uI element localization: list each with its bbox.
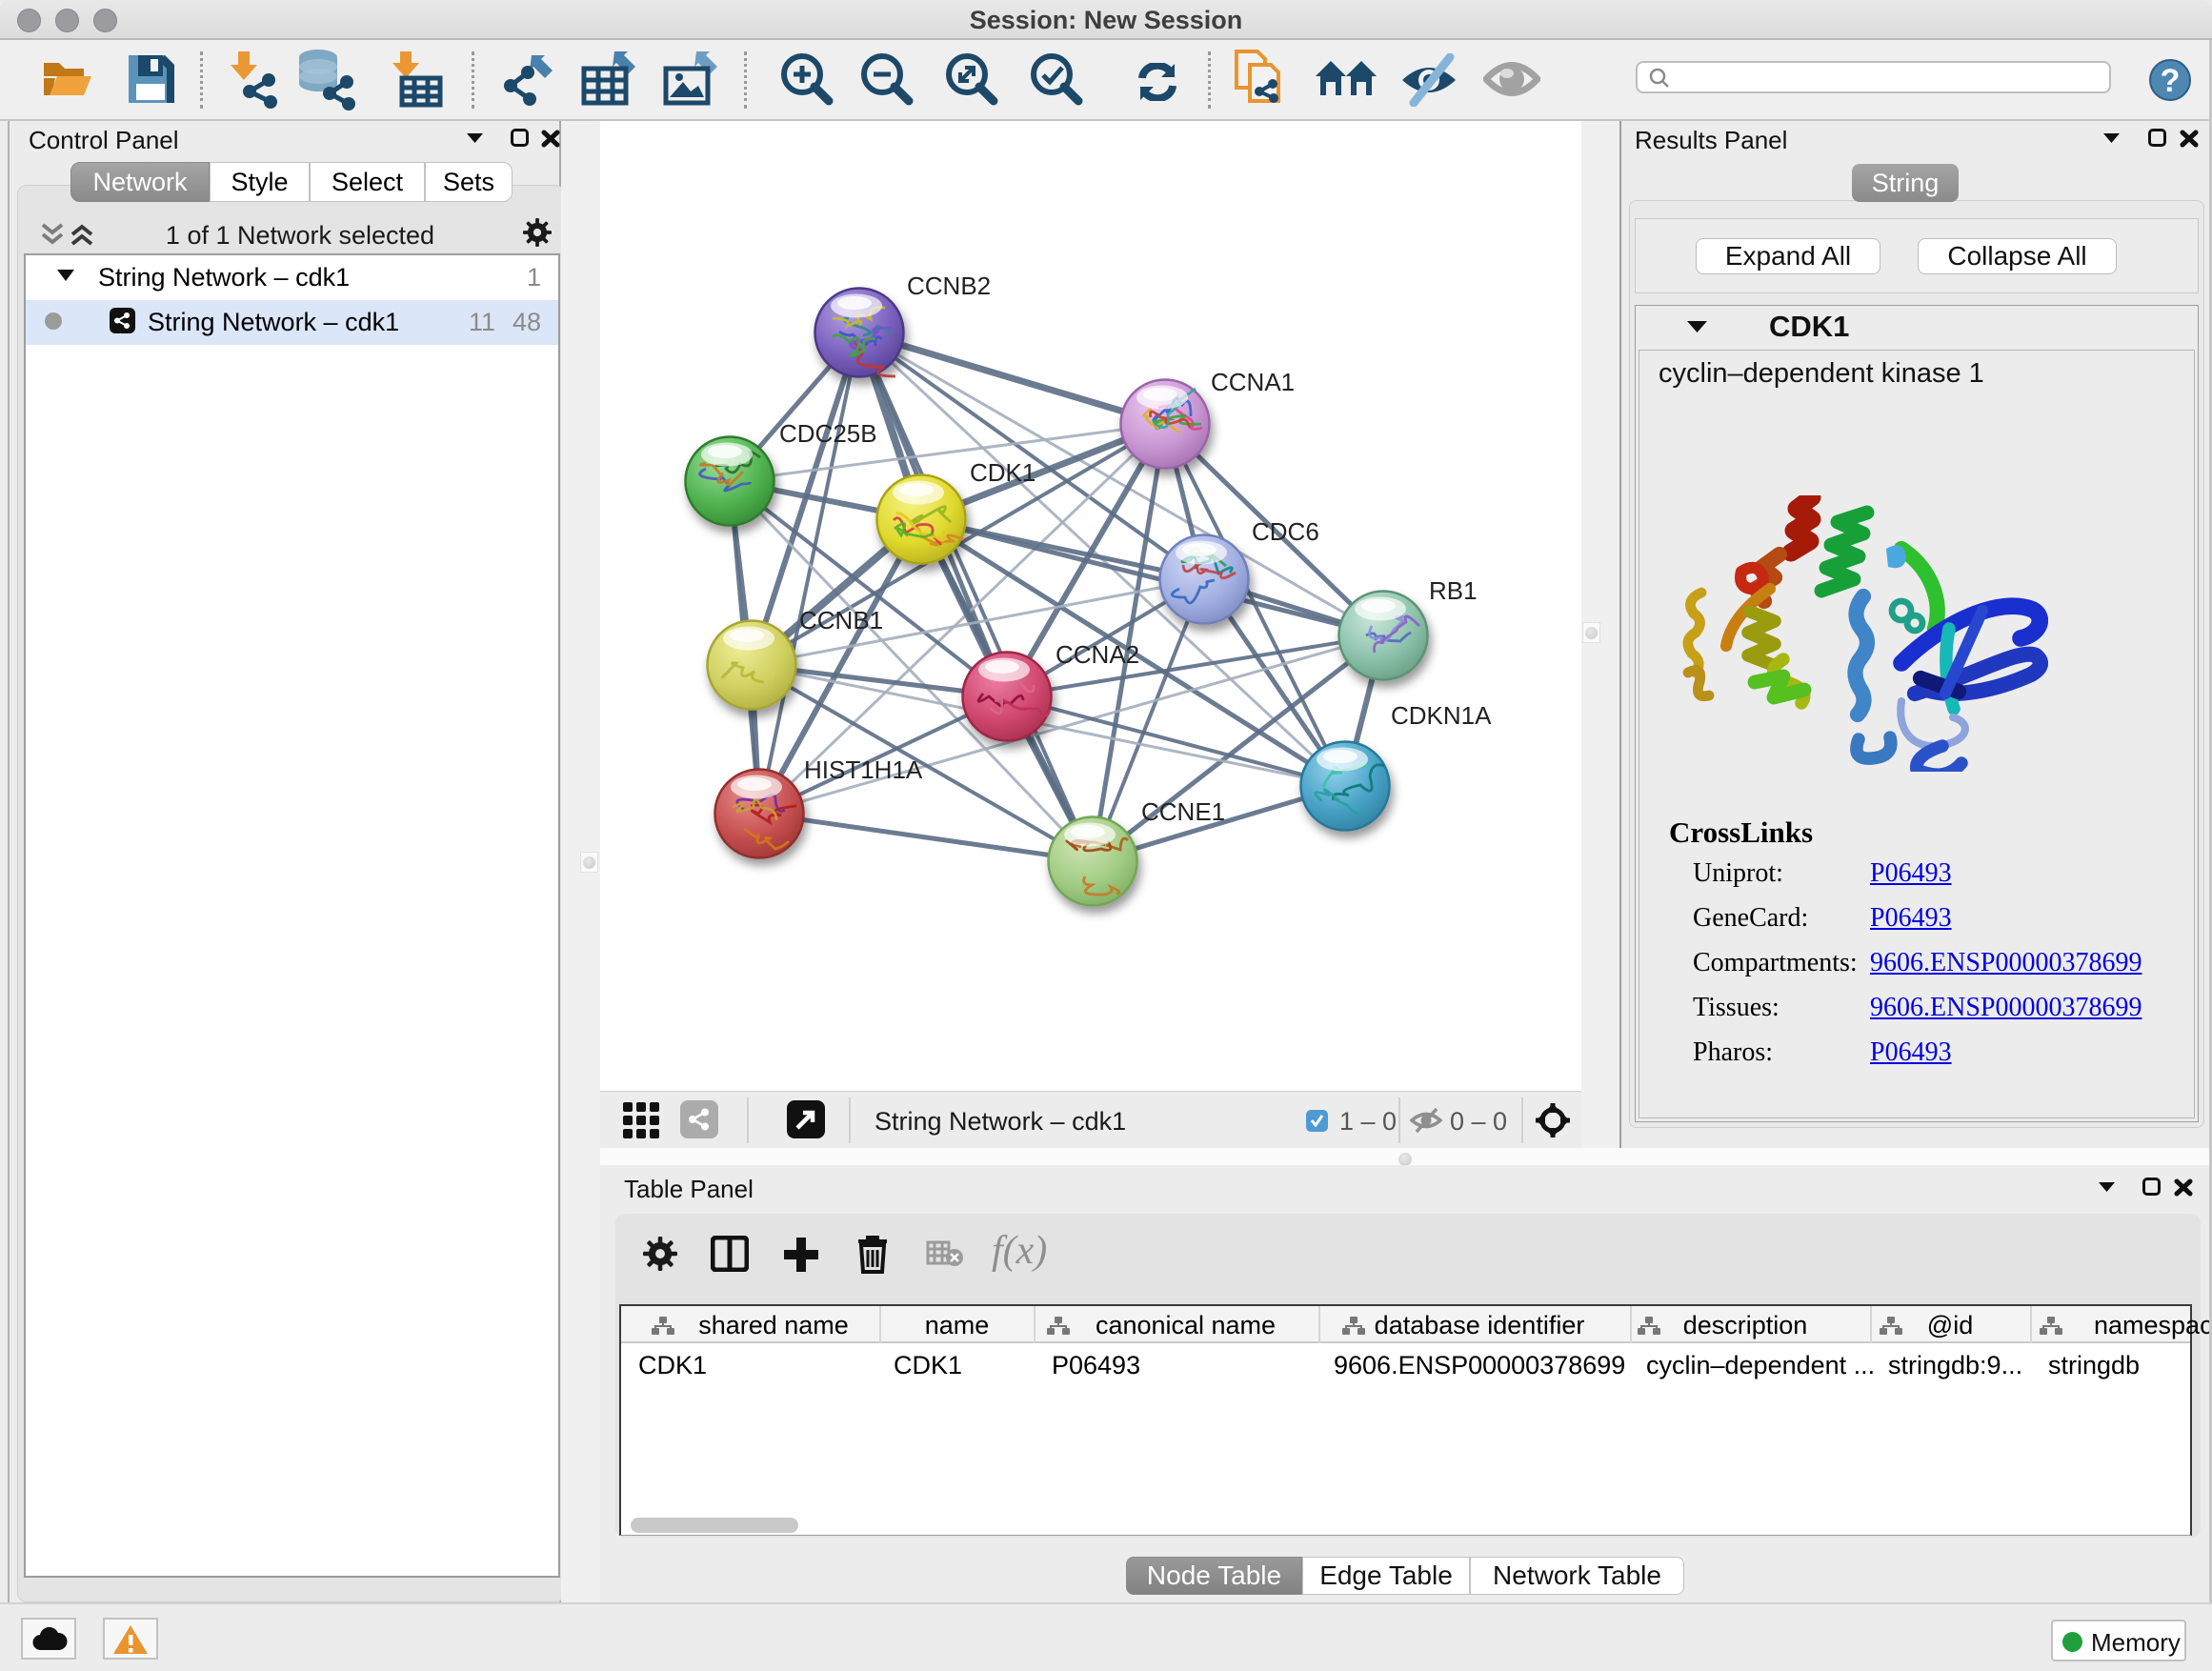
svg-text:CDC25B: CDC25B (779, 419, 877, 448)
svg-text:CCNA1: CCNA1 (1211, 368, 1295, 396)
svg-text:CDKN1A: CDKN1A (1391, 701, 1492, 730)
svg-text:CDC6: CDC6 (1252, 517, 1319, 546)
svg-text:CCNA2: CCNA2 (1056, 640, 1139, 669)
svg-text:RB1: RB1 (1429, 576, 1478, 605)
svg-text:CDK1: CDK1 (970, 458, 1036, 487)
svg-text:CCNE1: CCNE1 (1141, 797, 1225, 826)
svg-text:HIST1H1A: HIST1H1A (804, 755, 923, 784)
svg-text:CCNB2: CCNB2 (907, 272, 991, 300)
svg-text:CCNB1: CCNB1 (799, 606, 883, 634)
